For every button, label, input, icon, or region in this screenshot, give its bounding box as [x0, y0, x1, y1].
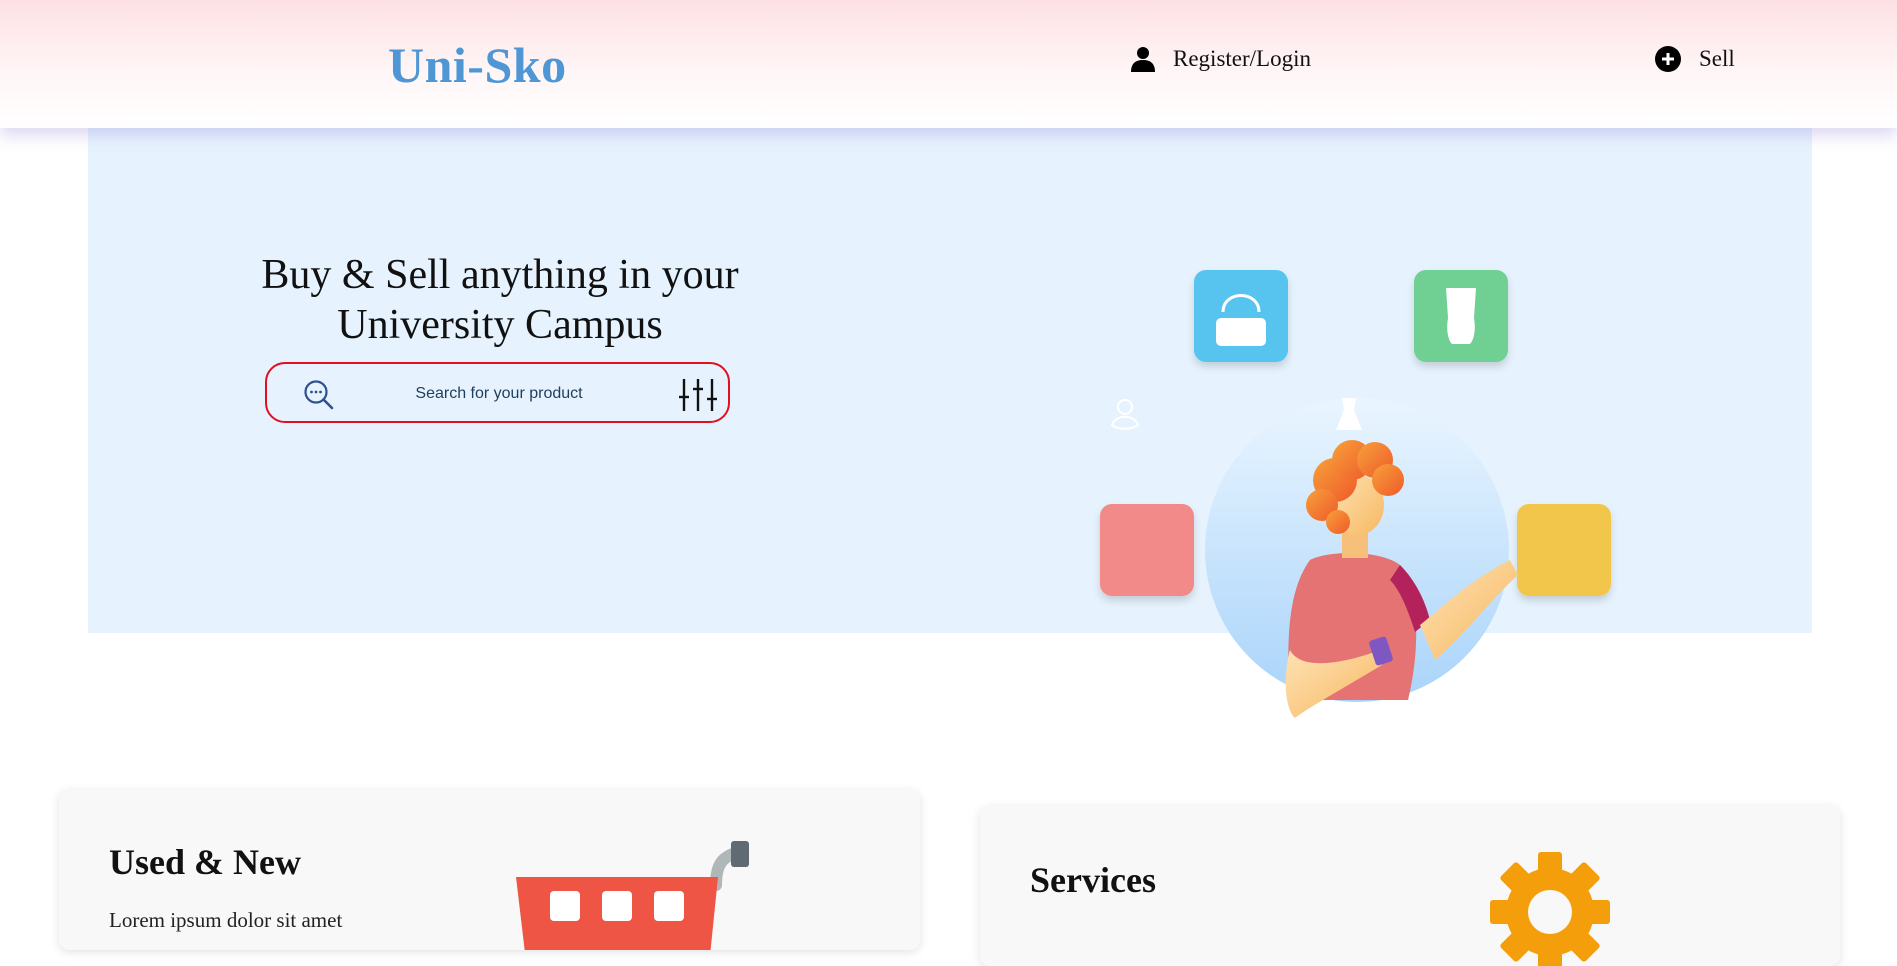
shirt-icon — [1414, 270, 1508, 362]
flower-icon — [1110, 399, 1140, 430]
hero-title-line1: Buy & Sell anything in your — [261, 252, 739, 298]
user-icon — [1131, 46, 1155, 72]
search-input[interactable] — [347, 378, 651, 410]
site-logo[interactable]: Uni-Sko — [388, 36, 567, 94]
handbag-icon — [1194, 270, 1288, 362]
services-card[interactable]: Services — [980, 806, 1840, 966]
shopping-cart-icon — [454, 835, 784, 950]
used-new-card[interactable]: Used & New Lorem ipsum dolor sit amet — [59, 790, 920, 950]
search-bar — [265, 362, 730, 423]
plus-circle-icon — [1655, 46, 1681, 72]
sell-label: Sell — [1699, 46, 1735, 71]
register-login-label: Register/Login — [1173, 46, 1311, 71]
sell-link[interactable]: Sell — [1655, 46, 1735, 72]
hero-title-line2: University Campus — [337, 302, 663, 348]
used-new-title: Used & New — [109, 842, 301, 882]
top-navbar: Uni-Sko Register/Login Sell — [0, 0, 1897, 128]
gear-icon — [1490, 852, 1610, 966]
register-login-link[interactable]: Register/Login — [1131, 46, 1311, 72]
search-icon[interactable] — [303, 379, 335, 416]
sliders-icon[interactable] — [679, 377, 721, 418]
hero-title: Buy & Sell anything in your University C… — [250, 250, 750, 350]
services-title: Services — [1030, 860, 1156, 900]
used-new-text: Lorem ipsum dolor sit amet — [109, 908, 343, 932]
hero-illustration — [1090, 260, 1630, 725]
